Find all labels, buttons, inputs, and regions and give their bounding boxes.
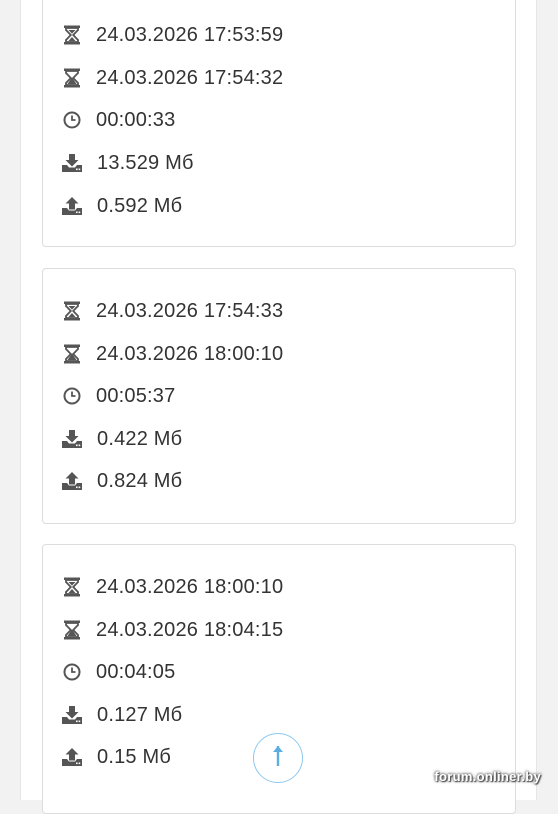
- session-duration-row: 00:04:05: [62, 657, 175, 687]
- clock-icon: [62, 110, 82, 130]
- hourglass-start-icon: [62, 25, 82, 45]
- session-download-size: 0.422 Мб: [97, 427, 183, 450]
- session-start-time: 24.03.2026 17:54:33: [96, 299, 284, 322]
- session-end-time: 24.03.2026 18:00:10: [96, 342, 284, 365]
- upload-icon: [62, 747, 82, 767]
- session-duration: 00:00:33: [96, 108, 176, 131]
- hourglass-end-icon: [62, 620, 82, 640]
- hourglass-end-icon: [62, 344, 82, 364]
- clock-icon: [62, 386, 82, 406]
- session-end-time: 24.03.2026 18:04:15: [96, 618, 284, 641]
- session-end-row: 24.03.2026 18:00:10: [62, 339, 283, 369]
- hourglass-end-icon: [62, 68, 82, 88]
- session-upload-size: 0.15 Мб: [97, 745, 171, 768]
- clock-icon: [62, 662, 82, 682]
- session-start-row: 24.03.2026 17:54:33: [62, 296, 283, 326]
- session-start-row: 24.03.2026 18:00:10: [62, 572, 283, 602]
- session-end-row: 24.03.2026 17:54:32: [62, 63, 283, 93]
- session-end-time: 24.03.2026 17:54:32: [96, 66, 284, 89]
- download-icon: [62, 705, 82, 725]
- session-end-row: 24.03.2026 18:04:15: [62, 615, 283, 645]
- session-download-size: 0.127 Мб: [97, 703, 183, 726]
- upload-icon: [62, 196, 82, 216]
- session-duration-row: 00:05:37: [62, 381, 175, 411]
- session-upload-size: 0.592 Мб: [97, 194, 183, 217]
- session-upload-row: 0.824 Мб: [62, 466, 182, 496]
- download-icon: [62, 153, 82, 173]
- session-download-row: 0.127 Мб: [62, 700, 182, 730]
- arrow-up-icon: [271, 744, 285, 773]
- scroll-to-top-button[interactable]: [253, 733, 303, 783]
- session-duration: 00:04:05: [96, 660, 176, 683]
- session-upload-size: 0.824 Мб: [97, 469, 183, 492]
- session-start-time: 24.03.2026 17:53:59: [96, 23, 284, 46]
- watermark: forum.onliner.by: [434, 769, 541, 784]
- download-icon: [62, 429, 82, 449]
- session-start-row: 24.03.2026 17:53:59: [62, 20, 283, 50]
- session-download-size: 13.529 Мб: [97, 151, 194, 174]
- session-download-row: 13.529 Мб: [62, 148, 194, 178]
- session-download-row: 0.422 Мб: [62, 424, 182, 454]
- session-duration: 00:05:37: [96, 384, 176, 407]
- session-start-time: 24.03.2026 18:00:10: [96, 575, 284, 598]
- session-duration-row: 00:00:33: [62, 105, 175, 135]
- hourglass-start-icon: [62, 577, 82, 597]
- hourglass-start-icon: [62, 301, 82, 321]
- sessions-page: 24.03.2026 17:53:59 24.03.2026 17:54:32 …: [20, 0, 537, 814]
- session-card: 24.03.2026 17:54:33 24.03.2026 18:00:10 …: [42, 268, 516, 524]
- upload-icon: [62, 471, 82, 491]
- session-upload-row: 0.592 Мб: [62, 191, 182, 221]
- session-upload-row: 0.15 Мб: [62, 742, 171, 772]
- session-card: 24.03.2026 17:53:59 24.03.2026 17:54:32 …: [42, 0, 516, 247]
